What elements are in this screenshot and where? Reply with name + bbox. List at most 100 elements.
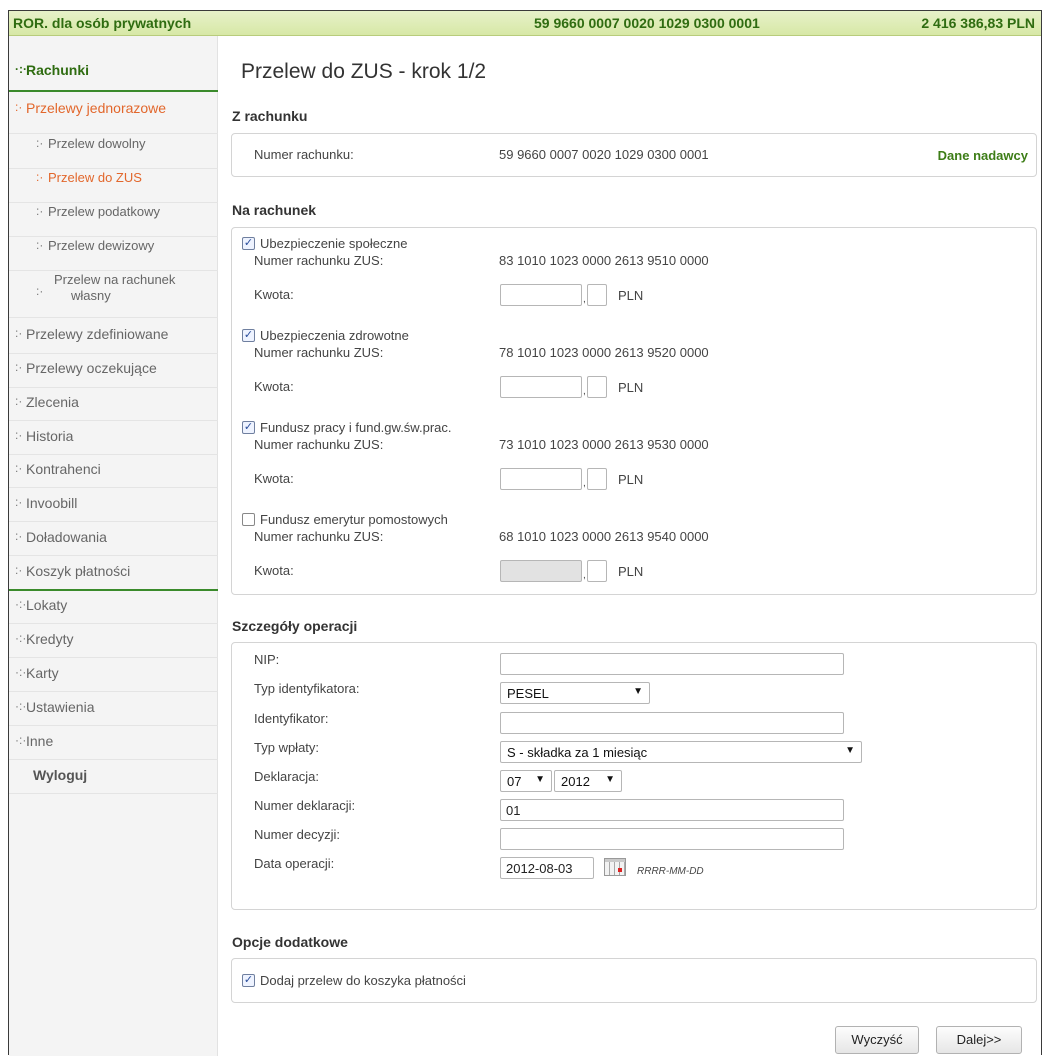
bullet-icon: :·: [15, 326, 23, 340]
bullet-icon: :·: [15, 428, 23, 442]
chevron-down-icon: ▼: [605, 774, 615, 785]
zus-item-name: Fundusz emerytur pomostowych: [260, 512, 448, 527]
from-account-box: Numer rachunku: 59 9660 0007 0020 1029 0…: [231, 133, 1037, 177]
identifier-label: Identyfikator:: [254, 711, 329, 726]
sidebar-item-przelew-zus[interactable]: :· Przelew do ZUS: [9, 170, 218, 203]
calendar-icon[interactable]: [604, 858, 626, 876]
sender-data-link[interactable]: Dane nadawcy: [938, 148, 1028, 163]
decision-number-label: Numer decyzji:: [254, 827, 340, 842]
declaration-year-select[interactable]: 2012 ▼: [554, 770, 622, 792]
sidebar-item-historia[interactable]: :· Historia: [9, 428, 218, 455]
sidebar-item-label: Invoobill: [26, 495, 78, 511]
sidebar-item-przelew-dowolny[interactable]: :· Przelew dowolny: [9, 136, 218, 169]
sidebar-item-label: Kontrahenci: [26, 461, 101, 477]
section-title-options: Opcje dodatkowe: [232, 934, 348, 950]
sidebar-item-kontrahenci[interactable]: :· Kontrahenci: [9, 461, 218, 488]
payment-type-select[interactable]: S - składka za 1 miesiąc ▼: [500, 741, 862, 763]
sidebar-item-przelewy-jednorazowe[interactable]: :· Przelewy jednorazowe: [9, 100, 218, 134]
account-bar: ROR. dla osób prywatnych 59 9660 0007 00…: [9, 11, 1041, 36]
page-title: Przelew do ZUS - krok 1/2: [241, 60, 487, 83]
amount-label: Kwota:: [254, 379, 294, 394]
nip-label: NIP:: [254, 652, 280, 667]
bullet-icon: :·: [36, 136, 44, 150]
divider: [9, 589, 218, 591]
decimal-separator: ,: [583, 386, 586, 397]
date-format-hint: RRRR-MM-DD: [637, 866, 704, 877]
nip-input[interactable]: [500, 653, 844, 675]
clear-button[interactable]: Wyczyść: [835, 1026, 919, 1054]
zus-account-number: 78 1010 1023 0000 2613 9520 0000: [499, 345, 709, 360]
amount-fraction-input[interactable]: [587, 284, 607, 306]
amount-whole-input[interactable]: [500, 468, 582, 490]
currency-label: PLN: [618, 564, 644, 579]
bullet-icon: :·: [15, 100, 23, 114]
sidebar-item-label: własny: [71, 288, 111, 303]
id-type-select[interactable]: PESEL ▼: [500, 682, 650, 704]
sidebar-item-karty[interactable]: ·:· Karty: [9, 665, 218, 692]
sidebar-item-przelew-wlasny[interactable]: :· Przelew na rachunek własny: [9, 272, 218, 318]
section-title-to: Na rachunek: [232, 202, 317, 218]
amount-label: Kwota:: [254, 563, 294, 578]
sidebar-item-rachunki[interactable]: ·:· Rachunki: [9, 62, 218, 86]
details-box: NIP: Typ identyfikatora: PESEL ▼ Identyf…: [231, 642, 1037, 910]
sidebar-item-kredyty[interactable]: ·:· Kredyty: [9, 631, 218, 658]
sidebar: ·:· Rachunki :· Przelewy jednorazowe :· …: [9, 36, 218, 1056]
zus-item-checkbox[interactable]: [242, 513, 255, 526]
section-title-from: Z rachunku: [232, 108, 308, 124]
sidebar-item-inne[interactable]: ·:· Inne: [9, 733, 218, 760]
amount-fraction-input[interactable]: [587, 560, 607, 582]
sidebar-item-zlecenia[interactable]: :· Zlecenia: [9, 394, 218, 421]
sidebar-item-przelewy-oczekujace[interactable]: :· Przelewy oczekujące: [9, 360, 218, 388]
amount-whole-input[interactable]: [500, 284, 582, 306]
declaration-month-value: 07: [507, 774, 522, 789]
zus-accounts-box: ✓ Ubezpieczenie społeczne Numer rachunku Z…: [231, 227, 1037, 595]
decision-number-input[interactable]: [500, 828, 844, 850]
zus-account-number: 68 1010 1023 0000 2613 9540 0000: [499, 529, 709, 544]
bullet-icon: :·: [36, 170, 44, 184]
bullet-icon: :·: [36, 284, 44, 298]
add-to-basket-checkbox[interactable]: ✓: [242, 974, 255, 987]
sidebar-item-lokaty[interactable]: ·:· Lokaty: [9, 597, 218, 624]
options-box: ✓ Dodaj przelew do koszyka płatności: [231, 958, 1037, 1003]
sidebar-item-label: Przelewy jednorazowe: [26, 100, 167, 116]
zus-account-number: 83 1010 1023 0000 2613 9510 0000: [499, 253, 709, 268]
id-type-label: Typ identyfikatora:: [254, 681, 360, 696]
amount-whole-input[interactable]: [500, 376, 582, 398]
chevron-down-icon: ▼: [535, 774, 545, 785]
payment-type-label: Typ wpłaty:: [254, 740, 320, 755]
bullet-icon: :·: [15, 529, 23, 543]
sidebar-item-invoobill[interactable]: :· Invoobill: [9, 495, 218, 522]
sidebar-item-label: Inne: [26, 733, 54, 749]
sidebar-item-koszyk[interactable]: :· Koszyk płatności: [9, 563, 218, 587]
account-name: ROR. dla osób prywatnych: [13, 15, 192, 31]
add-to-basket-label: Dodaj przelew do koszyka płatności: [260, 973, 466, 988]
zus-account-label: Numer rachunku ZUS:: [254, 437, 384, 452]
sidebar-item-doladowania[interactable]: :· Doładowania: [9, 529, 218, 556]
sidebar-item-ustawienia[interactable]: ·:· Ustawienia: [9, 699, 218, 726]
amount-fraction-input[interactable]: [587, 376, 607, 398]
bullet-icon: ·:·: [15, 699, 27, 713]
sidebar-item-label: Doładowania: [26, 529, 107, 545]
declaration-number-input[interactable]: 01: [500, 799, 844, 821]
sidebar-item-wyloguj[interactable]: Wyloguj: [9, 767, 218, 794]
zus-item-checkbox[interactable]: ✓: [242, 421, 255, 434]
payment-type-value: S - składka za 1 miesiąc: [507, 745, 648, 760]
declaration-month-select[interactable]: 07 ▼: [500, 770, 552, 792]
sidebar-item-label: Wyloguj: [33, 767, 88, 783]
sidebar-item-label: Przelew dewizowy: [48, 238, 155, 253]
bullet-icon: ·:·: [15, 631, 27, 645]
amount-fraction-input[interactable]: [587, 468, 607, 490]
sidebar-item-przelew-podatkowy[interactable]: :· Przelew podatkowy: [9, 204, 218, 237]
amount-whole-input[interactable]: [500, 560, 582, 582]
zus-item-checkbox[interactable]: ✓: [242, 237, 255, 250]
sidebar-item-przelew-dewizowy[interactable]: :· Przelew dewizowy: [9, 238, 218, 271]
zus-item-checkbox[interactable]: ✓: [242, 329, 255, 342]
sidebar-item-label: Przelew dowolny: [48, 136, 146, 151]
bullet-icon: :·: [36, 238, 44, 252]
operation-date-input[interactable]: 2012-08-03: [500, 857, 594, 879]
sidebar-item-label: Przelewy zdefiniowane: [26, 326, 169, 342]
next-button[interactable]: Dalej>>: [936, 1026, 1022, 1054]
sidebar-item-przelewy-zdefiniowane[interactable]: :· Przelewy zdefiniowane: [9, 326, 218, 354]
identifier-input[interactable]: [500, 712, 844, 734]
bullet-icon: :·: [15, 495, 23, 509]
